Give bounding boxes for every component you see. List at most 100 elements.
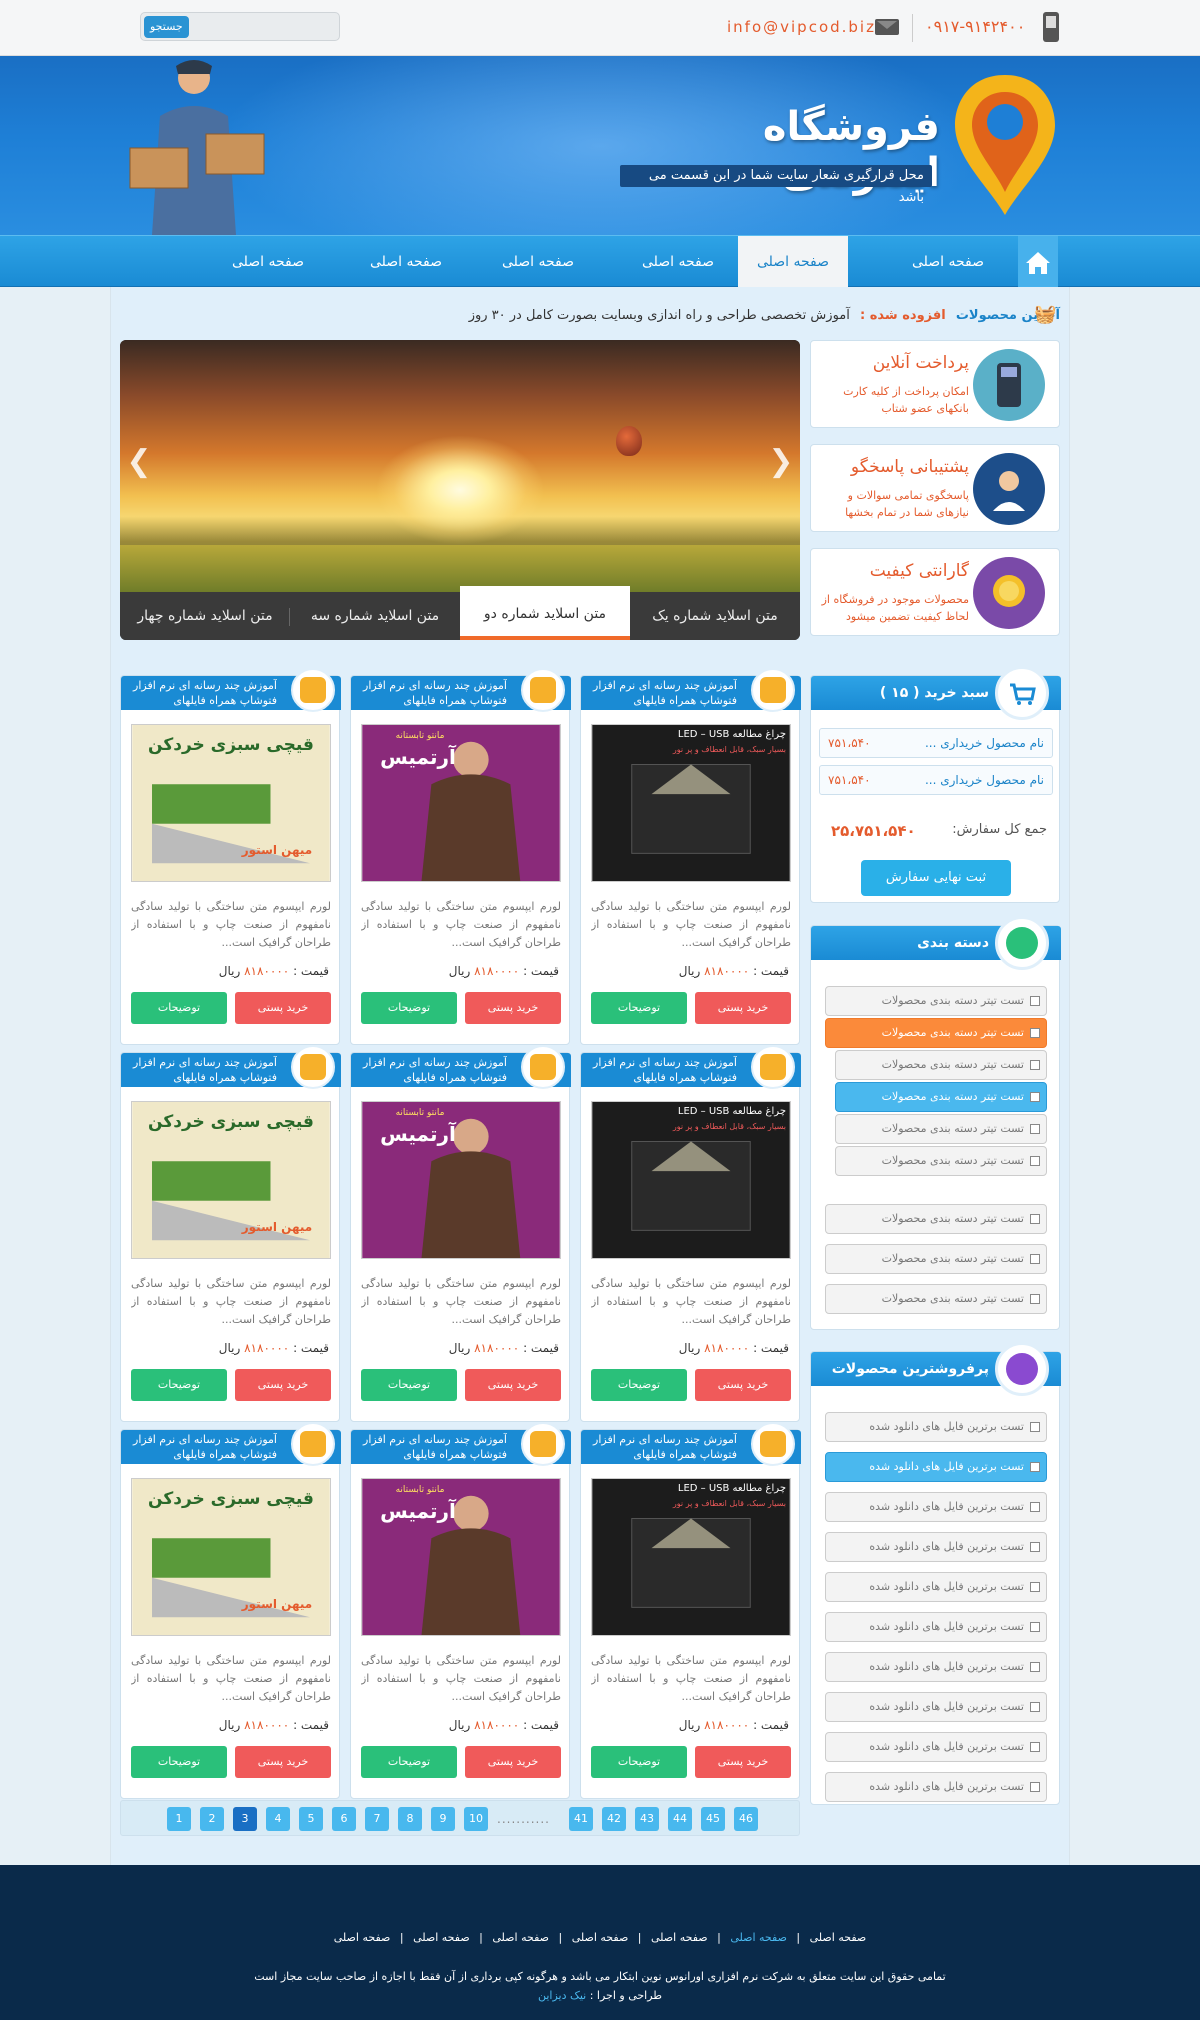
details-button[interactable]: توضیحات	[591, 1746, 687, 1778]
page-button[interactable]: 4	[266, 1807, 290, 1831]
footer-link[interactable]: صفحه اصلی	[810, 1931, 867, 1944]
home-icon[interactable]	[1018, 236, 1058, 288]
product-title[interactable]: آموزش چند رسانه ای نرم افزار فتوشاپ همرا…	[357, 678, 507, 708]
page-button[interactable]: 2	[200, 1807, 224, 1831]
nav-item[interactable]: صفحه اصلی	[346, 236, 466, 288]
footer-link[interactable]: صفحه اصلی	[492, 1931, 549, 1944]
bestseller-item[interactable]: تست برترین فایل های دانلود شده	[825, 1772, 1047, 1802]
page-button[interactable]: 1	[167, 1807, 191, 1831]
bestseller-item[interactable]: تست برترین فایل های دانلود شده	[825, 1572, 1047, 1602]
category-item-active[interactable]: تست تیتر دسته بندی محصولات	[825, 1018, 1047, 1048]
page-button[interactable]: 43	[635, 1807, 659, 1831]
feature-card: پشتیبانی پاسخگو پاسخگوی تمامی سوالات و ن…	[810, 444, 1060, 532]
product-title[interactable]: آموزش چند رسانه ای نرم افزار فتوشاپ همرا…	[127, 678, 277, 708]
product-header: آموزش چند رسانه ای نرم افزار فتوشاپ همرا…	[121, 1045, 341, 1089]
page-button[interactable]: 46	[734, 1807, 758, 1831]
product-title[interactable]: آموزش چند رسانه ای نرم افزار فتوشاپ همرا…	[587, 1055, 737, 1085]
slider-tab[interactable]: متن اسلاید شماره سه	[290, 592, 460, 640]
footer-link[interactable]: صفحه اصلی	[413, 1931, 470, 1944]
cart-item-price: ۷۵۱،۵۴۰	[828, 736, 871, 750]
details-button[interactable]: توضیحات	[131, 1746, 227, 1778]
buy-button[interactable]: خرید پستی	[695, 992, 791, 1024]
buy-button[interactable]: خرید پستی	[235, 1746, 331, 1778]
buy-button[interactable]: خرید پستی	[695, 1746, 791, 1778]
nav-item[interactable]: صفحه اصلی	[478, 236, 598, 288]
bestseller-item[interactable]: تست برترین فایل های دانلود شده	[825, 1412, 1047, 1442]
product-title[interactable]: آموزش چند رسانه ای نرم افزار فتوشاپ همرا…	[357, 1055, 507, 1085]
page-button-current[interactable]: 3	[233, 1807, 257, 1831]
page-button[interactable]: 44	[668, 1807, 692, 1831]
product-image-caption: آرتمیس	[380, 745, 456, 769]
nav-item[interactable]: صفحه اصلی	[208, 236, 328, 288]
bestseller-item[interactable]: تست برترین فایل های دانلود شده	[825, 1732, 1047, 1762]
buy-button[interactable]: خرید پستی	[465, 1746, 561, 1778]
page-button[interactable]: 41	[569, 1807, 593, 1831]
category-subitem-active[interactable]: تست تیتر دسته بندی محصولات	[835, 1082, 1047, 1112]
cart-item[interactable]: نام محصول خریداری ... ۷۵۱،۵۴۰	[819, 728, 1053, 758]
bestseller-item[interactable]: تست برترین فایل های دانلود شده	[825, 1652, 1047, 1682]
prev-arrow-icon[interactable]: ❮	[126, 445, 152, 479]
details-button[interactable]: توضیحات	[591, 1369, 687, 1401]
search-button[interactable]: جستجو	[144, 16, 189, 38]
category-subitem[interactable]: تست تیتر دسته بندی محصولات	[835, 1050, 1047, 1080]
checkout-button[interactable]: ثبت نهایی سفارش	[861, 860, 1011, 896]
cart-box: سبد خرید ( ۱۵ ) نام محصول خریداری ... ۷۵…	[810, 666, 1061, 903]
next-arrow-icon[interactable]: ❯	[768, 445, 794, 479]
cart-total-label: جمع کل سفارش:	[952, 822, 1047, 837]
category-subitem[interactable]: تست تیتر دسته بندی محصولات	[835, 1114, 1047, 1144]
page-button[interactable]: 5	[299, 1807, 323, 1831]
credit-name[interactable]: نیک دیزاین	[538, 1989, 586, 2002]
footer-link[interactable]: صفحه اصلی	[572, 1931, 629, 1944]
page-button[interactable]: 7	[365, 1807, 389, 1831]
details-button[interactable]: توضیحات	[591, 992, 687, 1024]
category-item[interactable]: تست تیتر دسته بندی محصولات	[825, 1284, 1047, 1314]
search-input[interactable]: جستجو	[140, 12, 340, 41]
bestseller-item[interactable]: تست برترین فایل های دانلود شده	[825, 1692, 1047, 1722]
product-title[interactable]: آموزش چند رسانه ای نرم افزار فتوشاپ همرا…	[127, 1432, 277, 1462]
details-button[interactable]: توضیحات	[131, 992, 227, 1024]
details-button[interactable]: توضیحات	[361, 1746, 457, 1778]
page-button[interactable]: 42	[602, 1807, 626, 1831]
buy-button[interactable]: خرید پستی	[465, 992, 561, 1024]
category-item[interactable]: تست تیتر دسته بندی محصولات	[825, 1204, 1047, 1234]
nav-item[interactable]: صفحه اصلی	[618, 236, 738, 288]
details-button[interactable]: توضیحات	[361, 1369, 457, 1401]
details-button[interactable]: توضیحات	[361, 992, 457, 1024]
price-value: ۸۱۸۰۰۰۰	[244, 1341, 290, 1355]
bestseller-item-active[interactable]: تست برترین فایل های دانلود شده	[825, 1452, 1047, 1482]
category-item[interactable]: تست تیتر دسته بندی محصولات	[825, 986, 1047, 1016]
page-button[interactable]: 45	[701, 1807, 725, 1831]
buy-button[interactable]: خرید پستی	[235, 1369, 331, 1401]
cart-item[interactable]: نام محصول خریداری ... ۷۵۱،۵۴۰	[819, 765, 1053, 795]
footer-link[interactable]: صفحه اصلی	[651, 1931, 708, 1944]
product-title[interactable]: آموزش چند رسانه ای نرم افزار فتوشاپ همرا…	[587, 1432, 737, 1462]
product-title[interactable]: آموزش چند رسانه ای نرم افزار فتوشاپ همرا…	[127, 1055, 277, 1085]
page-button[interactable]: 10	[464, 1807, 488, 1831]
product-desc: لورم ایپسوم متن ساختگی با تولید سادگی نا…	[591, 900, 791, 949]
slider-tab[interactable]: متن اسلاید شماره چهار	[120, 592, 290, 640]
page-button[interactable]: 9	[431, 1807, 455, 1831]
slider-tab[interactable]: متن اسلاید شماره یک	[630, 592, 800, 640]
buy-button[interactable]: خرید پستی	[235, 992, 331, 1024]
footer-link-active[interactable]: صفحه اصلی	[730, 1931, 787, 1944]
product-title[interactable]: آموزش چند رسانه ای نرم افزار فتوشاپ همرا…	[587, 678, 737, 708]
bestseller-item[interactable]: تست برترین فایل های دانلود شده	[825, 1532, 1047, 1562]
product-card: آموزش چند رسانه ای نرم افزار فتوشاپ همرا…	[580, 1045, 801, 1422]
bestseller-item[interactable]: تست برترین فایل های دانلود شده	[825, 1612, 1047, 1642]
product-title[interactable]: آموزش چند رسانه ای نرم افزار فتوشاپ همرا…	[357, 1432, 507, 1462]
slider-tab-active[interactable]: متن اسلاید شماره دو	[460, 586, 630, 640]
footer-link[interactable]: صفحه اصلی	[334, 1931, 391, 1944]
nav-item-active[interactable]: صفحه اصلی	[738, 236, 848, 288]
news-text[interactable]: آموزش تخصصی طراحی و راه اندازی وبسایت بص…	[469, 308, 850, 323]
nav-item[interactable]: صفحه اصلی	[888, 236, 1008, 288]
details-button[interactable]: توضیحات	[131, 1369, 227, 1401]
page-button[interactable]: 8	[398, 1807, 422, 1831]
bestseller-item[interactable]: تست برترین فایل های دانلود شده	[825, 1492, 1047, 1522]
category-subitem[interactable]: تست تیتر دسته بندی محصولات	[835, 1146, 1047, 1176]
cart-item-price: ۷۵۱،۵۴۰	[828, 773, 871, 787]
buy-button[interactable]: خرید پستی	[695, 1369, 791, 1401]
category-item[interactable]: تست تیتر دسته بندی محصولات	[825, 1244, 1047, 1274]
buy-button[interactable]: خرید پستی	[465, 1369, 561, 1401]
page-button[interactable]: 6	[332, 1807, 356, 1831]
product-price: قیمت : ۸۱۸۰۰۰۰ ریال	[449, 1341, 559, 1355]
